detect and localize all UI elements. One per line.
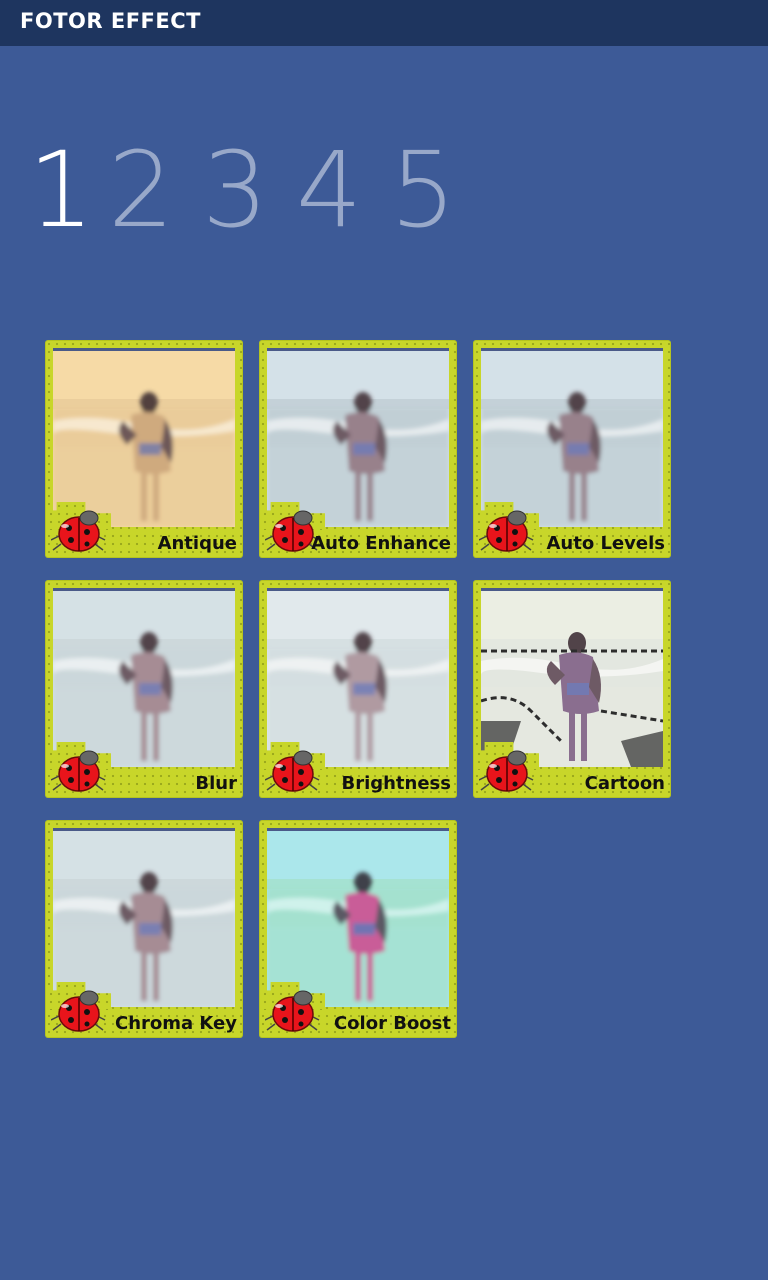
ladybug-icon <box>479 746 535 794</box>
effect-label: Chroma Key <box>114 1013 237 1034</box>
ladybug-icon <box>51 986 107 1034</box>
ladybug-icon <box>479 506 535 554</box>
effect-label: Auto Levels <box>546 533 666 554</box>
page-5-button[interactable]: 5 <box>390 130 484 250</box>
page-1-button[interactable]: 1 <box>28 130 108 250</box>
app-title-bar: FOTOR EFFECT <box>0 0 768 46</box>
effect-label: Auto Enhance <box>311 533 451 554</box>
effect-card-auto-levels[interactable]: Auto Levels <box>473 340 671 558</box>
effect-label: Brightness <box>341 773 451 794</box>
page-2-button[interactable]: 2 <box>108 130 202 250</box>
effect-card-color-boost[interactable]: Color Boost <box>259 820 457 1038</box>
effect-card-blur[interactable]: Blur <box>45 580 243 798</box>
page-4-button[interactable]: 4 <box>296 130 390 250</box>
effect-label: Cartoon <box>584 773 665 794</box>
effect-preview-image <box>267 588 449 767</box>
effect-label: Color Boost <box>333 1013 451 1034</box>
effect-preview-image <box>267 348 449 527</box>
effect-preview-image <box>481 588 663 767</box>
effect-label: Blur <box>195 773 237 794</box>
page-selector: 1 2 3 4 5 <box>28 130 484 250</box>
effect-card-brightness[interactable]: Brightness <box>259 580 457 798</box>
effect-preview-image <box>53 348 235 527</box>
effect-preview-image <box>481 348 663 527</box>
effect-preview-image <box>53 828 235 1007</box>
effect-card-auto-enhance[interactable]: Auto Enhance <box>259 340 457 558</box>
ladybug-icon <box>265 986 321 1034</box>
effect-label: Antique <box>157 533 237 554</box>
effect-card-chroma-key[interactable]: Chroma Key <box>45 820 243 1038</box>
ladybug-icon <box>51 746 107 794</box>
ladybug-icon <box>51 506 107 554</box>
effect-preview-image <box>267 828 449 1007</box>
page-3-button[interactable]: 3 <box>202 130 296 250</box>
app-title: FOTOR EFFECT <box>20 9 201 33</box>
effect-card-cartoon[interactable]: Cartoon <box>473 580 671 798</box>
effect-preview-image <box>53 588 235 767</box>
effect-card-antique[interactable]: Antique <box>45 340 243 558</box>
ladybug-icon <box>265 746 321 794</box>
